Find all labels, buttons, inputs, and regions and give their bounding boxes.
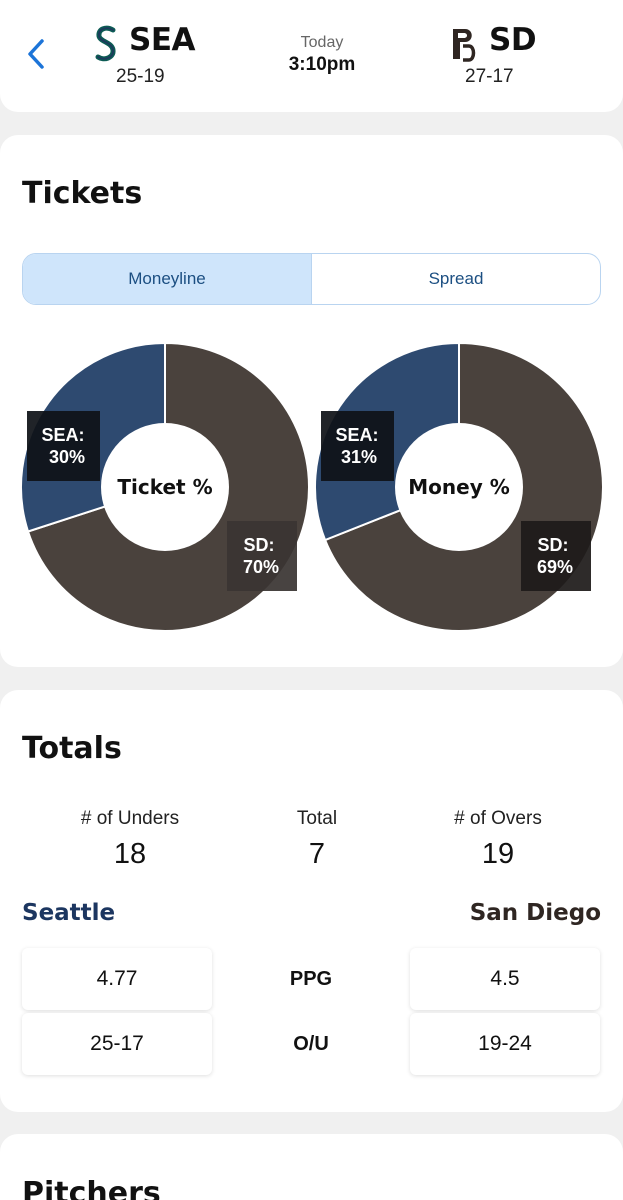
tab-spread[interactable]: Spread xyxy=(312,254,600,304)
tickets-title: Tickets xyxy=(22,176,143,211)
total-value: 7 xyxy=(308,838,326,870)
away-team-name: Seattle xyxy=(22,900,116,926)
donut-center-label: Ticket % xyxy=(117,475,212,499)
home-team[interactable]: SD 27-17 xyxy=(445,22,545,92)
home-label: SD: xyxy=(244,535,275,555)
overs-value: 19 xyxy=(481,838,515,870)
away-label-box xyxy=(321,411,394,481)
padres-logo-icon xyxy=(453,29,476,62)
away-label: SEA: xyxy=(335,425,378,445)
home-label-box xyxy=(521,521,591,591)
away-team-abbr: SEA xyxy=(129,22,196,58)
away-percent: 30% xyxy=(49,447,85,467)
away-percent: 31% xyxy=(341,447,377,467)
bet-type-tabs: Moneyline Spread xyxy=(22,253,601,305)
game-day: Today xyxy=(300,34,344,51)
ppg-label: PPG xyxy=(289,968,333,990)
overs-label: # of Overs xyxy=(454,808,542,829)
unders-label: # of Unders xyxy=(80,808,180,829)
donut-center-label: Money % xyxy=(408,475,509,499)
away-team[interactable]: SEA 25-19 xyxy=(92,22,202,92)
away-team-record: 25-19 xyxy=(116,66,165,87)
home-team-name: San Diego xyxy=(469,900,601,926)
overs-stat: # of Overs 19 xyxy=(408,808,588,871)
game-clock: 3:10pm xyxy=(288,54,356,75)
home-team-abbr: SD xyxy=(489,22,537,58)
home-label: SD: xyxy=(538,535,569,555)
away-ou-cell: 25-17 xyxy=(22,1013,212,1075)
tickets-card: Tickets Moneyline Spread SEA: 30% SD: 70… xyxy=(0,135,623,667)
away-ppg-cell: 4.77 xyxy=(22,948,212,1010)
ou-label: O/U xyxy=(293,1033,329,1055)
back-chevron-icon[interactable] xyxy=(22,36,52,72)
unders-value: 18 xyxy=(113,838,147,870)
home-percent: 69% xyxy=(537,557,573,577)
away-label: SEA: xyxy=(41,425,84,445)
home-ou-cell: 19-24 xyxy=(410,1013,600,1075)
pitchers-title: Pitchers xyxy=(22,1176,161,1200)
pitchers-card: Pitchers xyxy=(0,1134,623,1200)
home-label-box xyxy=(227,521,297,591)
mariners-logo-icon xyxy=(95,25,116,62)
ticket-percent-chart: SEA: 30% SD: 70% Ticket % xyxy=(20,341,310,632)
totals-title: Totals xyxy=(22,731,122,766)
away-label-box xyxy=(27,411,100,481)
total-label: Total xyxy=(296,808,338,829)
home-ppg-cell: 4.5 xyxy=(410,948,600,1010)
game-header: SEA 25-19 Today 3:10pm SD 27-17 xyxy=(0,0,623,112)
unders-stat: # of Unders 18 xyxy=(40,808,220,871)
game-time: Today 3:10pm xyxy=(262,34,382,76)
home-team-record: 27-17 xyxy=(465,66,514,87)
tab-moneyline[interactable]: Moneyline xyxy=(23,254,312,304)
total-stat: Total 7 xyxy=(227,808,407,871)
totals-card: Totals # of Unders 18 Total 7 # of Overs… xyxy=(0,690,623,1112)
home-percent: 70% xyxy=(243,557,279,577)
money-percent-chart: SEA: 31% SD: 69% Money % xyxy=(314,341,604,632)
